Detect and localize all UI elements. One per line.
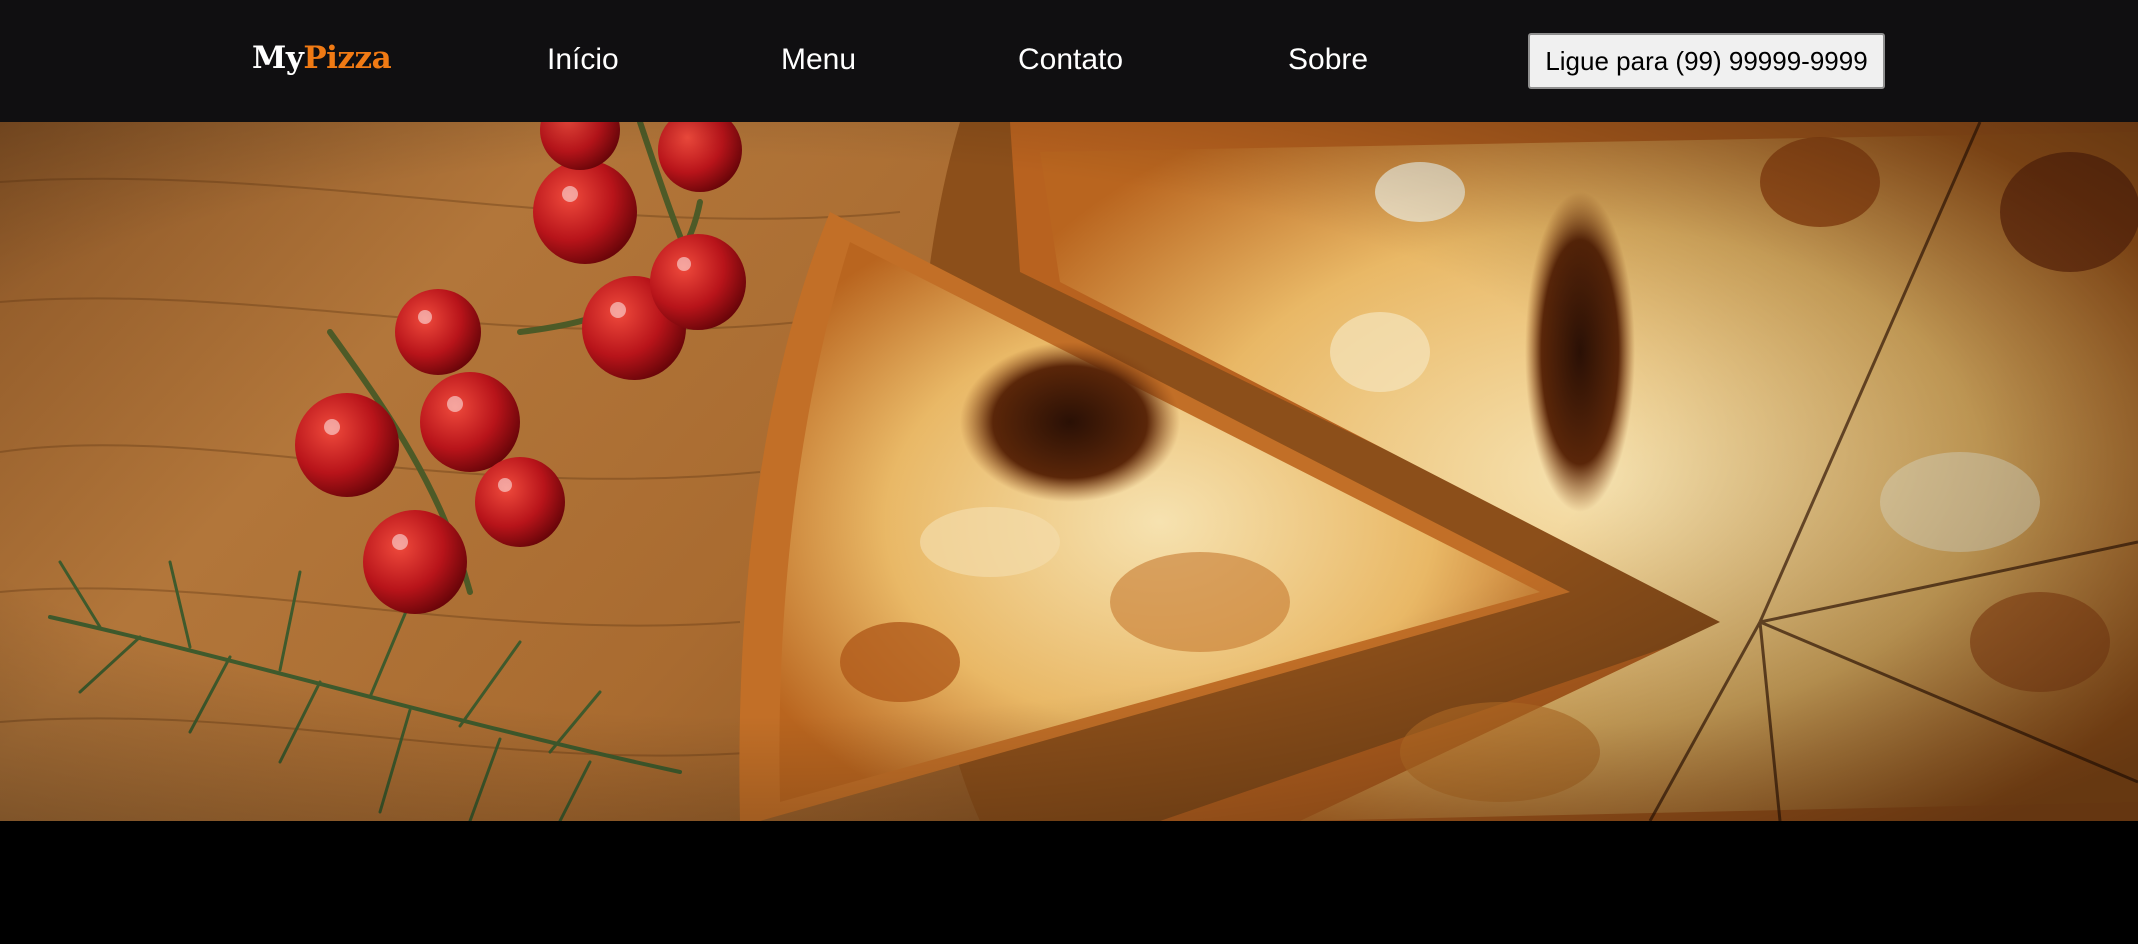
logo[interactable]: MyPizza xyxy=(252,38,392,78)
pizza-photo-illustration xyxy=(0,122,2138,821)
top-navbar: MyPizza Início Menu Contato Sobre Ligue … xyxy=(0,0,2138,122)
nav-link-inicio[interactable]: Início xyxy=(547,40,619,80)
call-phone-button[interactable]: Ligue para (99) 99999-9999 xyxy=(1528,33,1885,89)
logo-text-pizza: Pizza xyxy=(303,40,392,76)
nav-link-menu[interactable]: Menu xyxy=(781,40,856,80)
hero-banner-image xyxy=(0,122,2138,821)
nav-link-contato[interactable]: Contato xyxy=(1018,40,1123,80)
logo-text-my: My xyxy=(252,40,304,76)
nav-link-sobre[interactable]: Sobre xyxy=(1288,40,1368,80)
page-bottom-area xyxy=(0,821,2138,944)
